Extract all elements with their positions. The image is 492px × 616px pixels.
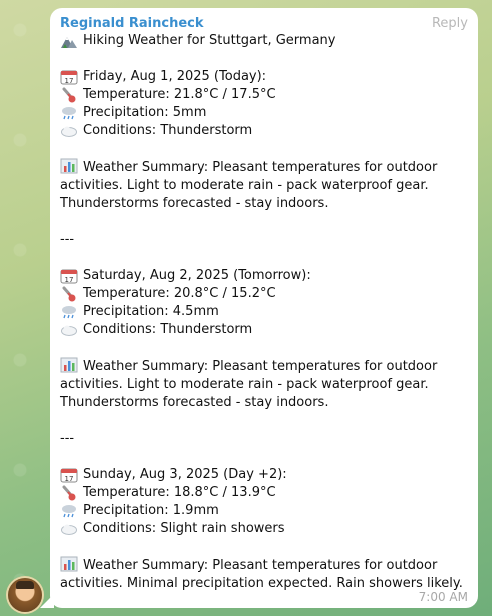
day-block-1: 17 Saturday, Aug 2, 2025 (Tomorrow): Tem… <box>60 267 468 466</box>
bar-chart-icon <box>60 556 78 572</box>
calendar-icon: 17 <box>60 70 78 85</box>
precipitation-line: Precipitation: 5mm <box>60 104 468 122</box>
calendar-icon: 17 <box>60 468 78 483</box>
day-block-2: 17 Sunday, Aug 3, 2025 (Day +2): Tempera… <box>60 466 468 593</box>
cloud-icon <box>61 325 77 336</box>
thermometer-icon <box>62 87 76 103</box>
bar-chart-icon <box>60 158 78 174</box>
svg-text:17: 17 <box>65 276 74 284</box>
temperature-text: Temperature: 21.8°C / 17.5°C <box>83 87 276 102</box>
cloud-icon <box>61 126 77 137</box>
precipitation-text: Precipitation: 5mm <box>83 105 207 120</box>
precipitation-line: Precipitation: 1.9mm <box>60 502 468 520</box>
conditions-text: Conditions: Thunderstorm <box>83 123 253 138</box>
thermometer-icon <box>62 286 76 302</box>
reply-button[interactable]: Reply <box>432 16 468 31</box>
sender-name[interactable]: Reginald Raincheck <box>60 16 204 31</box>
message-title: Hiking Weather for Stuttgart, Germany <box>60 32 468 50</box>
precipitation-line: Precipitation: 4.5mm <box>60 303 468 321</box>
message-timestamp: 7:00 AM <box>418 590 468 604</box>
temperature-line: Temperature: 21.8°C / 17.5°C <box>60 86 468 104</box>
sender-avatar[interactable] <box>8 578 42 612</box>
separator: --- <box>60 232 75 247</box>
bar-chart-icon <box>60 357 78 373</box>
svg-text:17: 17 <box>65 77 74 85</box>
conditions-text: Conditions: Slight rain showers <box>83 521 285 536</box>
calendar-icon: 17 <box>60 269 78 284</box>
mountain-icon <box>61 37 77 48</box>
message-bubble: Reginald Raincheck Reply Hiking Weather … <box>50 8 478 608</box>
temperature-line: Temperature: 18.8°C / 13.9°C <box>60 484 468 502</box>
date-line: 17 Friday, Aug 1, 2025 (Today): <box>60 68 468 86</box>
conditions-line: Conditions: Thunderstorm <box>60 321 468 339</box>
rain-cloud-icon <box>62 306 76 319</box>
date-text: Saturday, Aug 2, 2025 (Tomorrow): <box>83 268 311 283</box>
date-line: 17 Saturday, Aug 2, 2025 (Tomorrow): <box>60 267 468 285</box>
date-line: 17 Sunday, Aug 3, 2025 (Day +2): <box>60 466 468 484</box>
temperature-text: Temperature: 18.8°C / 13.9°C <box>83 485 276 500</box>
summary-block: Weather Summary: Pleasant temperatures f… <box>60 357 468 412</box>
separator: --- <box>60 431 75 446</box>
conditions-line: Conditions: Thunderstorm <box>60 122 468 140</box>
date-text: Sunday, Aug 3, 2025 (Day +2): <box>83 467 287 482</box>
avatar-hat <box>16 581 34 589</box>
summary-text: Weather Summary: Pleasant temperatures f… <box>60 359 438 410</box>
precipitation-text: Precipitation: 4.5mm <box>83 304 219 319</box>
title-text: Hiking Weather for Stuttgart, Germany <box>83 33 336 48</box>
cloud-icon <box>61 524 77 535</box>
summary-block: Weather Summary: Pleasant temperatures f… <box>60 158 468 213</box>
rain-cloud-icon <box>62 505 76 518</box>
temperature-line: Temperature: 20.8°C / 15.2°C <box>60 285 468 303</box>
message-header: Reginald Raincheck Reply <box>60 14 468 32</box>
rain-cloud-icon <box>62 107 76 120</box>
temperature-text: Temperature: 20.8°C / 15.2°C <box>83 286 276 301</box>
summary-text: Weather Summary: Pleasant temperatures f… <box>60 160 438 211</box>
summary-block: Weather Summary: Pleasant temperatures f… <box>60 556 468 593</box>
summary-text: Weather Summary: Pleasant temperatures f… <box>60 558 463 591</box>
precipitation-text: Precipitation: 1.9mm <box>83 503 219 518</box>
conditions-line: Conditions: Slight rain showers <box>60 520 468 538</box>
day-block-0: 17 Friday, Aug 1, 2025 (Today): Temperat… <box>60 68 468 267</box>
date-text: Friday, Aug 1, 2025 (Today): <box>83 69 267 84</box>
thermometer-icon <box>62 485 76 501</box>
conditions-text: Conditions: Thunderstorm <box>83 322 253 337</box>
svg-text:17: 17 <box>65 475 74 483</box>
